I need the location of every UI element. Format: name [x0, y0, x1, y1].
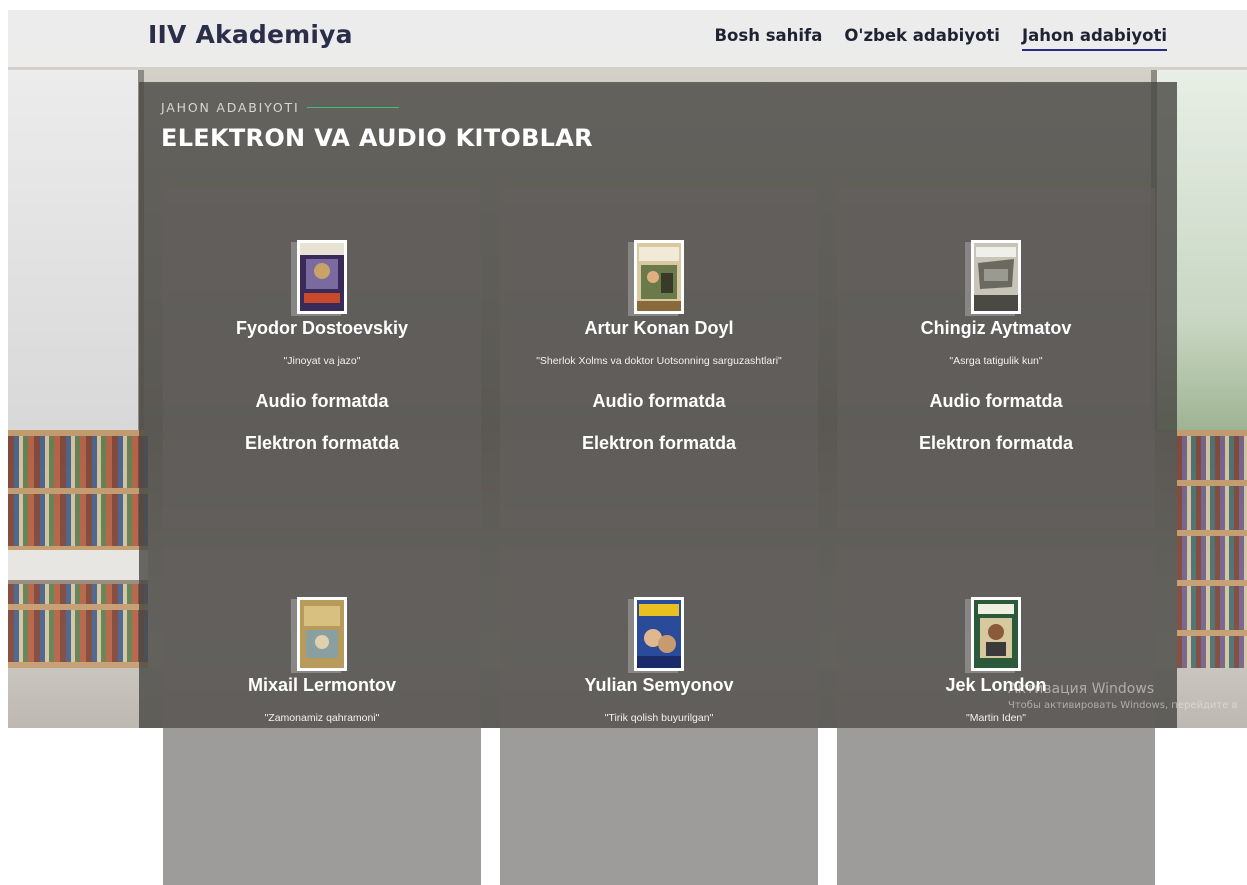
audio-format-link[interactable]: Audio formatda	[837, 391, 1155, 412]
book-cover-art	[637, 600, 681, 668]
book-cover-art	[300, 243, 344, 311]
audio-format-link[interactable]: Audio formatda	[163, 391, 481, 412]
main-nav: Bosh sahifa O'zbek adabiyoti Jahon adabi…	[714, 26, 1168, 51]
watermark-title: Активация Windows	[1008, 681, 1155, 697]
book-card: Artur Konan Doyl "Sherlok Xolms va dokto…	[500, 188, 818, 528]
book-title: "Jinoyat va jazo"	[283, 355, 361, 367]
section-tag-accent-line	[307, 107, 400, 108]
background-desk	[8, 550, 148, 584]
section-tag-text: JAHON ADABIYOTI	[161, 100, 300, 115]
book-cover-image[interactable]	[971, 597, 1021, 671]
book-title: "Asrga tatigulik kun"	[949, 355, 1043, 367]
book-title: "Zamonamiz qahramoni"	[264, 712, 380, 724]
book-cover-art	[637, 243, 681, 311]
nav-link-world-literature[interactable]: Jahon adabiyoti	[1021, 26, 1168, 51]
book-cover-image[interactable]	[297, 597, 347, 671]
book-card: Fyodor Dostoevskiy "Jinoyat va jazo" Aud…	[163, 188, 481, 528]
nav-link-uzbek-literature[interactable]: O'zbek adabiyoti	[844, 26, 1000, 51]
electronic-format-link[interactable]: Elektron formatda	[500, 433, 818, 454]
book-title: "Martin Iden"	[966, 712, 1026, 724]
author-name: Yulian Semyonov	[584, 675, 734, 695]
book-card: Jek London "Martin Iden"	[837, 545, 1155, 885]
book-cover-image[interactable]	[634, 240, 684, 314]
book-card: Chingiz Aytmatov "Asrga tatigulik kun" A…	[837, 188, 1155, 528]
book-cover-image[interactable]	[634, 597, 684, 671]
brand-logo-link[interactable]: IIV Akademiya	[148, 20, 353, 49]
book-card: Yulian Semyonov "Tirik qolish buyurilgan…	[500, 545, 818, 885]
book-title: "Tirik qolish buyurilgan"	[604, 712, 714, 724]
book-cover-art	[974, 243, 1018, 311]
background-bookshelf-right	[1177, 430, 1247, 670]
books-panel: JAHON ADABIYOTI ELEKTRON VA AUDIO KITOBL…	[139, 82, 1177, 885]
book-cover-image[interactable]	[971, 240, 1021, 314]
author-name: Chingiz Aytmatov	[920, 318, 1072, 338]
windows-activation-watermark: Активация Windows Чтобы активировать Win…	[1008, 681, 1247, 711]
top-navbar: IIV Akademiya Bosh sahifa O'zbek adabiyo…	[8, 10, 1247, 67]
book-cover-art	[300, 600, 344, 668]
electronic-format-link[interactable]: Elektron formatda	[837, 433, 1155, 454]
book-title: "Sherlok Xolms va doktor Uotsonning sarg…	[536, 355, 782, 367]
author-name: Fyodor Dostoevskiy	[235, 318, 409, 338]
electronic-format-link[interactable]: Elektron formatda	[163, 433, 481, 454]
watermark-subtitle: Чтобы активировать Windows, перейдите в	[1008, 700, 1238, 711]
background-window-left	[8, 70, 144, 430]
section-title: ELEKTRON VA AUDIO KITOBLAR	[161, 124, 593, 152]
book-card: Mixail Lermontov "Zamonamiz qahramoni"	[163, 545, 481, 885]
section-tag: JAHON ADABIYOTI	[161, 100, 400, 115]
book-cover-image[interactable]	[297, 240, 347, 314]
author-name: Mixail Lermontov	[247, 675, 397, 695]
author-name: Artur Konan Doyl	[584, 318, 734, 338]
nav-link-home[interactable]: Bosh sahifa	[714, 26, 822, 51]
audio-format-link[interactable]: Audio formatda	[500, 391, 818, 412]
book-cover-art	[974, 600, 1018, 668]
